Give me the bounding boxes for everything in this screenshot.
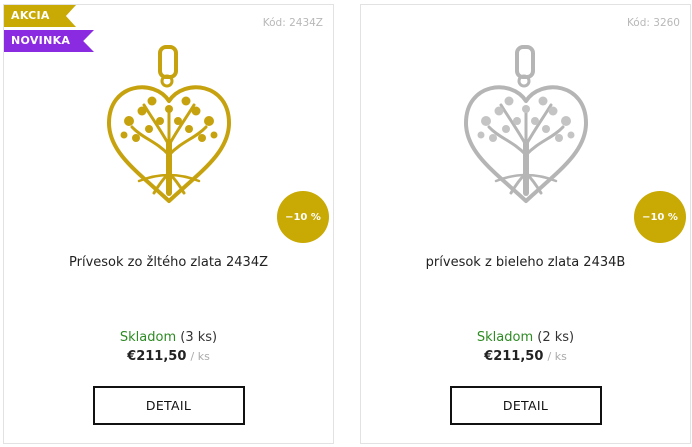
detail-button[interactable]: DETAIL <box>449 386 602 425</box>
discount-badge: −10 % <box>634 191 686 243</box>
price: €211,50 / ks <box>361 349 690 364</box>
discount-badge: −10 % <box>277 191 329 243</box>
stock-count: (2 ks) <box>537 330 575 345</box>
product-image[interactable] <box>4 43 333 213</box>
stock-count: (3 ks) <box>180 330 218 345</box>
stock-label: Skladom <box>476 330 534 345</box>
stock-label: Skladom <box>119 330 177 345</box>
detail-button[interactable]: DETAIL <box>92 386 245 425</box>
price-amount: €211,50 <box>484 349 544 364</box>
sale-badge: AKCIA <box>4 5 76 27</box>
product-card[interactable]: AKCIA NOVINKA Kód: 2434Z −10 % Prívesok … <box>3 4 334 444</box>
price-unit: / ks <box>190 350 210 363</box>
product-name[interactable]: Prívesok zo žltého zlata 2434Z <box>4 255 333 270</box>
price: €211,50 / ks <box>4 349 333 364</box>
product-code: Kód: 3260 <box>626 17 680 29</box>
gold-heart-tree-pendant-icon <box>106 45 231 203</box>
product-card[interactable]: Kód: 3260 −10 % prívesok z bieleho zlata… <box>360 4 691 444</box>
stock-status: Skladom (3 ks) <box>4 330 333 345</box>
product-name[interactable]: prívesok z bieleho zlata 2434B <box>361 255 690 270</box>
product-image[interactable] <box>361 43 690 213</box>
white-gold-heart-tree-pendant-icon <box>463 45 588 203</box>
product-code: Kód: 2434Z <box>262 17 323 29</box>
price-amount: €211,50 <box>127 349 187 364</box>
price-unit: / ks <box>547 350 567 363</box>
stock-status: Skladom (2 ks) <box>361 330 690 345</box>
